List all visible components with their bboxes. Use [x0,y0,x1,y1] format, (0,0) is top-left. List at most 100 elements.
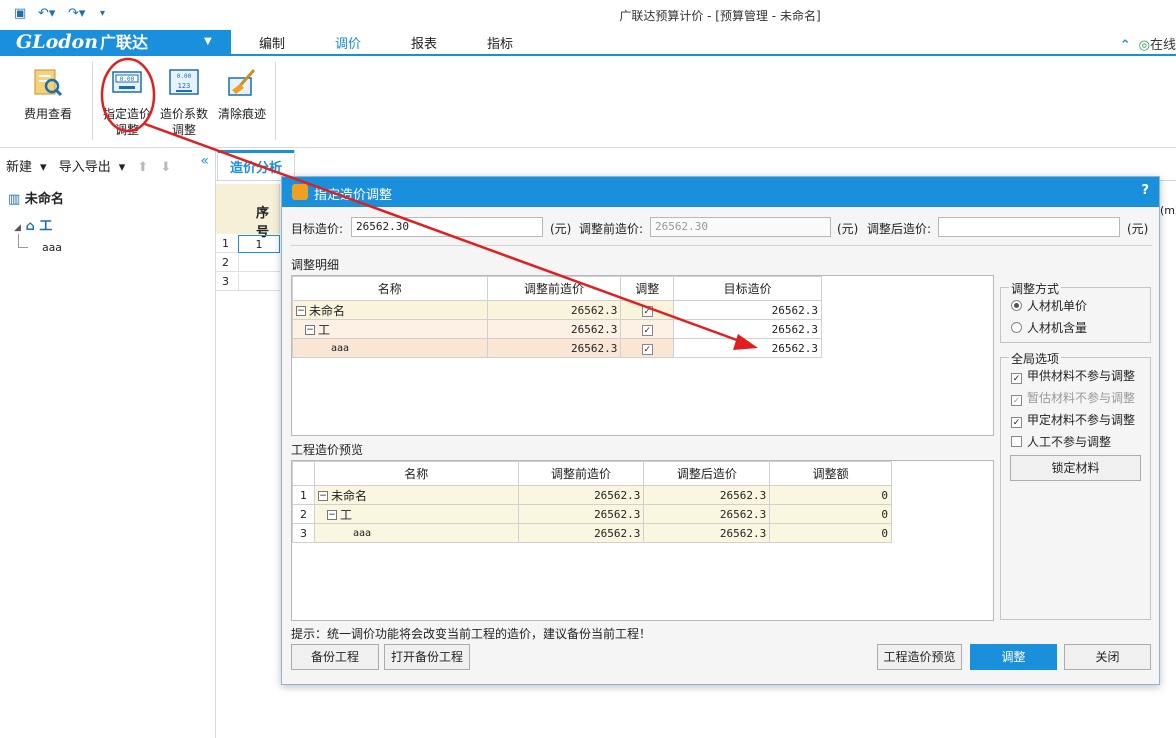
grid-row[interactable]: 2 [216,254,280,272]
col-header-target[interactable]: 目标造价 [673,276,822,301]
tree-item-leaf[interactable]: aaa [42,241,62,254]
target-cell[interactable]: 26562.3 [673,319,822,339]
backup-project-button[interactable]: 备份工程 [291,644,379,670]
col-header-name[interactable]: 名称 [313,461,519,486]
row-cell[interactable]: 1 [238,235,280,253]
project-price-preview-button[interactable]: 工程造价预览 [877,644,962,670]
collapse-ribbon-icon[interactable]: ⌃ [1120,38,1131,53]
fee-view-button[interactable]: 费用查看 [17,66,79,122]
adjust-checkbox[interactable]: ✓ [641,344,653,355]
detail-section-title: 调整明细 [291,258,340,272]
checkbox[interactable] [1011,436,1022,447]
before-cell: 26562.3 [517,523,645,543]
before-cell: 26562.3 [517,504,645,524]
move-down-icon[interactable]: ⬇ [160,160,171,175]
col-header-name[interactable]: 名称 [292,276,488,301]
fee-view-label: 费用查看 [23,107,72,121]
import-export-button[interactable]: 导入导出 ▾ [59,160,126,175]
radio-button[interactable] [1011,322,1022,333]
collapse-panel-icon[interactable]: « [200,153,209,169]
lock-material-button[interactable]: 锁定材料 [1010,455,1141,481]
table-row[interactable]: aaa 26562.3 ✓ 26562.3 [292,338,822,358]
tab-index[interactable]: 指标 [487,33,513,52]
dialog-app-icon [292,184,308,200]
tab-price-adjust[interactable]: 调价 [326,33,370,59]
option-exclude-estimated[interactable]: ✓ 暂估材料不参与调整 [1011,389,1135,406]
grid-row[interactable]: 1 1 [216,235,280,253]
method-option-content[interactable]: 人材机含量 [1011,319,1087,336]
adjust-checkbox[interactable]: ✓ [641,325,653,336]
assign-price-dialog: 指定造价调整 ? 目标造价: 26562.30 (元) 调整前造价: 26562… [281,176,1160,685]
col-header-after[interactable]: 调整后造价 [643,461,771,486]
tree-item-child[interactable]: ◢ ⌂ 工 [14,215,52,234]
row-index: 2 [292,504,315,524]
before-cell: 26562.3 [486,338,622,358]
option-exclude-labor[interactable]: 人工不参与调整 [1011,433,1111,450]
table-row[interactable]: 2 − 工 26562.3 26562.3 0 [292,504,892,524]
row-index: 1 [292,485,315,505]
preview-table-panel: 名称 调整前造价 调整后造价 调整额 1 − 未命名 26562.3 26562.… [291,460,994,621]
target-price-label: 目标造价: [291,222,344,236]
tree-root-label: 未命名 [24,192,64,207]
unit-header-fragment: (m2 [1160,204,1176,217]
adjust-checkbox[interactable]: ✓ [641,306,653,317]
online-status[interactable]: ⌃ ◎在线 [1120,34,1176,53]
adjust-cell: ✓ [620,319,675,339]
global-options-group: 全局选项 ✓ 甲供材料不参与调整 ✓ 暂估材料不参与调整 ✓ 甲定材料不参与调整 人工… [1000,350,1151,620]
clear-trace-button[interactable]: 清除痕迹 [211,66,273,122]
table-row[interactable]: − 工 26562.3 ✓ 26562.3 [292,319,822,339]
adjust-method-title: 调整方式 [1009,280,1062,297]
option-exclude-owner-designated[interactable]: ✓ 甲定材料不参与调整 [1011,411,1135,428]
adjust-cell: ✓ [620,300,675,320]
col-header-adjust[interactable]: 调整 [620,276,675,301]
close-button[interactable]: 关闭 [1064,644,1151,670]
row-cell[interactable] [238,254,280,272]
tree-item-root[interactable]: ▥ 未命名 [8,188,64,207]
table-row[interactable]: − 未命名 26562.3 ✓ 26562.3 [292,300,822,320]
table-row[interactable]: 1 − 未命名 26562.3 26562.3 0 [292,485,892,505]
app-menu-chevron-icon[interactable]: ▼ [204,30,212,54]
grid-row[interactable]: 3 [216,273,280,291]
expand-arrow-icon[interactable]: ◢ [14,223,21,233]
checkbox[interactable]: ✓ [1011,373,1022,384]
row-number: 3 [222,275,229,288]
option-exclude-owner-supplied[interactable]: ✓ 甲供材料不参与调整 [1011,367,1135,384]
after-cell: 26562.3 [643,485,771,505]
target-cell[interactable]: 26562.3 [673,338,822,358]
tab-edit[interactable]: 编制 [259,33,285,52]
open-backup-button[interactable]: 打开备份工程 [384,644,470,670]
logo-text: GLodon [16,31,99,53]
option-label: 甲供材料不参与调整 [1027,369,1136,383]
detail-table-panel: 名称 调整前造价 调整 目标造价 − 未命名 26562.3 ✓ 26562.3 … [291,275,994,436]
radio-button[interactable] [1011,300,1022,311]
collapse-icon[interactable]: − [305,325,315,335]
col-header-before[interactable]: 调整前造价 [517,461,645,486]
row-name: 工 [339,507,352,522]
tab-report[interactable]: 报表 [411,33,437,52]
checkbox[interactable]: ✓ [1011,417,1022,428]
adjust-button[interactable]: 调整 [970,644,1057,670]
coef-price-adjust-button[interactable]: 0.00 123 造价系数 调整 [153,66,215,138]
before-price-input[interactable]: 26562.30 [650,217,831,237]
target-cell[interactable]: 26562.3 [673,300,822,320]
window-title: 广联达预算计价 - [预算管理 - 未命名] [619,9,821,23]
assign-price-adjust-button[interactable]: 0.00 指定造价 调整 [96,66,158,138]
table-row[interactable]: 3 aaa 26562.3 26562.3 0 [292,523,892,543]
collapse-icon[interactable]: − [317,491,328,501]
row-cell[interactable] [238,273,280,291]
target-price-input[interactable]: 26562.30 [351,217,543,237]
help-icon[interactable]: ? [1141,183,1149,198]
new-button[interactable]: 新建 ▾ [6,160,47,175]
move-up-icon[interactable]: ⬆ [137,160,148,175]
collapse-icon[interactable]: − [326,510,337,520]
col-header-diff[interactable]: 调整额 [769,461,892,486]
method-option-unit-price[interactable]: 人材机单价 [1011,297,1087,314]
collapse-icon[interactable]: − [296,306,306,316]
checkbox[interactable]: ✓ [1011,395,1022,406]
after-price-input[interactable] [938,217,1120,237]
col-header-before[interactable]: 调整前造价 [486,276,622,301]
name-cell: − 未命名 [292,300,488,320]
dialog-title-bar[interactable]: 指定造价调整 ? [282,177,1159,207]
ribbon-panel: 费用查看 0.00 指定造价 调整 0.00 123 造价系数 调整 清除痕迹 [0,56,1176,148]
app-logo[interactable]: GLodon 广联达 ▼ [0,30,231,54]
